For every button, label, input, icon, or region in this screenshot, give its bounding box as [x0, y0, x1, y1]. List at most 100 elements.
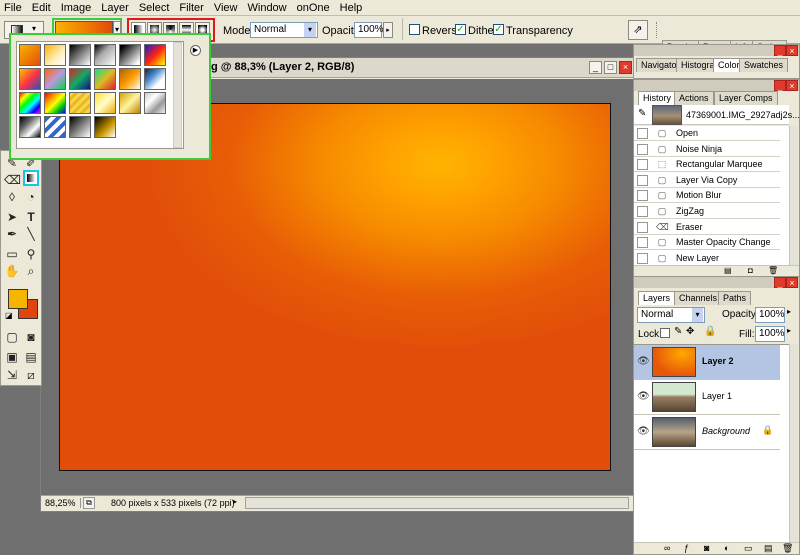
- gradient-swatch[interactable]: [19, 92, 41, 114]
- gradient-picker-menu-button[interactable]: ▶: [190, 45, 201, 56]
- eyedropper-icon[interactable]: ⚲: [23, 246, 39, 262]
- tab-history[interactable]: History: [638, 91, 677, 105]
- new-document-icon[interactable]: ▤: [724, 266, 732, 275]
- close-button[interactable]: ×: [619, 61, 632, 74]
- menu-file[interactable]: File: [4, 2, 22, 14]
- tab-swatches[interactable]: Swatches: [739, 58, 789, 72]
- minimize-panel-button[interactable]: _: [774, 277, 786, 288]
- fill-slider-arrow[interactable]: ▸: [787, 326, 791, 335]
- quickmask-mode-icon[interactable]: ◙: [23, 329, 39, 345]
- status-icon[interactable]: ⧉: [83, 497, 95, 509]
- snapshot-icon[interactable]: ◘: [748, 266, 753, 275]
- close-panel-button[interactable]: ×: [786, 277, 798, 288]
- imageready-icon[interactable]: ⧄: [23, 367, 39, 383]
- status-arrow-icon[interactable]: ▸: [233, 497, 237, 506]
- gradient-swatch[interactable]: [144, 92, 166, 114]
- lock-all-icon[interactable]: 🔒: [704, 326, 716, 337]
- history-checkbox[interactable]: [637, 159, 648, 171]
- gradient-swatch[interactable]: [119, 92, 141, 114]
- fullscreen-mode-icon[interactable]: ▤: [23, 349, 39, 365]
- history-item[interactable]: ▢ ZigZag: [634, 204, 780, 219]
- zoom-tool-icon[interactable]: ⌕: [23, 263, 39, 279]
- menu-edit[interactable]: Edit: [32, 2, 51, 14]
- history-snapshot[interactable]: ✎ 47369001.IMG_2927adj2s...: [634, 105, 800, 125]
- history-checkbox[interactable]: [637, 221, 648, 233]
- menu-help[interactable]: Help: [340, 2, 363, 14]
- layer-mask-icon[interactable]: ◙: [704, 543, 709, 553]
- maximize-button[interactable]: □: [604, 61, 617, 74]
- layer-row[interactable]: 👁 Background 🔒: [634, 415, 780, 450]
- tab-layers[interactable]: Layers: [638, 291, 676, 305]
- opacity-slider-arrow[interactable]: ▸: [787, 307, 791, 316]
- screen-mode-icon[interactable]: ▣: [4, 349, 20, 365]
- lock-transparent-icon[interactable]: [660, 328, 670, 338]
- history-item[interactable]: ⌫ Eraser: [634, 220, 780, 235]
- gradient-swatch[interactable]: [44, 92, 66, 114]
- menu-image[interactable]: Image: [61, 2, 92, 14]
- gradient-tool-icon[interactable]: [23, 170, 39, 186]
- history-item[interactable]: ▢ Master Opacity Change: [634, 235, 780, 251]
- default-colors-icon[interactable]: ◪: [5, 311, 13, 320]
- new-group-icon[interactable]: ▭: [744, 543, 753, 554]
- tab-paths[interactable]: Paths: [718, 291, 752, 305]
- minimize-button[interactable]: _: [589, 61, 602, 74]
- horizontal-scrollbar[interactable]: [245, 497, 629, 509]
- transparency-checkbox[interactable]: ✓: [493, 24, 504, 35]
- lock-position-icon[interactable]: ✥: [686, 326, 694, 337]
- tab-actions[interactable]: Actions: [674, 91, 714, 105]
- menu-view[interactable]: View: [214, 2, 238, 14]
- history-checkbox[interactable]: [637, 174, 648, 186]
- gradient-swatch[interactable]: [94, 116, 116, 138]
- eye-icon[interactable]: 👁: [637, 391, 650, 402]
- notes-tool-icon[interactable]: ▭: [4, 246, 20, 262]
- history-checkbox[interactable]: [637, 252, 648, 264]
- history-checkbox[interactable]: [637, 237, 648, 249]
- adjustment-layer-icon[interactable]: ◐: [724, 543, 729, 553]
- path-select-icon[interactable]: ➤: [4, 209, 20, 225]
- blend-mode-select[interactable]: Normal ▾: [637, 307, 705, 323]
- gradient-swatch[interactable]: [44, 44, 66, 66]
- jump-to-imageready-icon[interactable]: ⇲: [4, 367, 20, 383]
- history-scrollbar[interactable]: [789, 126, 798, 268]
- close-panel-button[interactable]: ×: [786, 45, 798, 56]
- opacity-slider-arrow[interactable]: ▸: [383, 22, 393, 38]
- layer-row[interactable]: 👁 Layer 2: [634, 345, 780, 380]
- dodge-tool-icon[interactable]: ◔: [23, 189, 39, 205]
- eye-icon[interactable]: 👁: [637, 356, 650, 367]
- layer-row[interactable]: 👁 Layer 1: [634, 380, 780, 415]
- history-item[interactable]: ⬚ Rectangular Marquee: [634, 157, 780, 173]
- delete-layer-icon[interactable]: 🗑: [782, 543, 793, 554]
- mode-select[interactable]: Normal ▾: [250, 22, 318, 38]
- eraser-tool-icon[interactable]: ⌫: [4, 172, 21, 188]
- history-item[interactable]: ▢ Open: [634, 126, 780, 141]
- bridge-button[interactable]: ⇗: [628, 20, 648, 40]
- layer-style-icon[interactable]: ƒ: [684, 543, 689, 553]
- eye-icon[interactable]: 👁: [637, 426, 650, 437]
- lock-image-icon[interactable]: ✎: [674, 326, 682, 337]
- reverse-checkbox[interactable]: [409, 24, 420, 35]
- history-item[interactable]: ▢ New Layer: [634, 251, 780, 266]
- menu-layer[interactable]: Layer: [101, 2, 129, 14]
- gradient-swatch[interactable]: [69, 116, 91, 138]
- menu-filter[interactable]: Filter: [179, 2, 203, 14]
- dither-checkbox[interactable]: ✓: [455, 24, 466, 35]
- opacity-input[interactable]: 100%: [354, 22, 384, 38]
- gradient-picker-scrollbar[interactable]: [173, 42, 182, 148]
- gradient-swatch[interactable]: [69, 92, 91, 114]
- tab-layer-comps[interactable]: Layer Comps: [714, 91, 778, 105]
- history-checkbox[interactable]: [637, 190, 648, 202]
- zoom-level[interactable]: 88,25%: [45, 498, 81, 508]
- menu-select[interactable]: Select: [139, 2, 170, 14]
- layers-scrollbar[interactable]: [789, 344, 798, 542]
- new-layer-icon[interactable]: ▤: [764, 543, 773, 554]
- blur-tool-icon[interactable]: ◊: [4, 189, 20, 205]
- gradient-swatch[interactable]: [19, 68, 41, 90]
- foreground-color-swatch-top[interactable]: [8, 289, 28, 309]
- gradient-swatch[interactable]: [94, 68, 116, 90]
- menu-onone[interactable]: onOne: [297, 2, 330, 14]
- tab-channels[interactable]: Channels: [674, 291, 723, 305]
- history-item[interactable]: ▢ Motion Blur: [634, 188, 780, 204]
- fill-input[interactable]: 100%: [755, 326, 785, 342]
- trash-icon[interactable]: 🗑: [768, 266, 778, 275]
- history-item[interactable]: ▢ Noise Ninja: [634, 142, 780, 157]
